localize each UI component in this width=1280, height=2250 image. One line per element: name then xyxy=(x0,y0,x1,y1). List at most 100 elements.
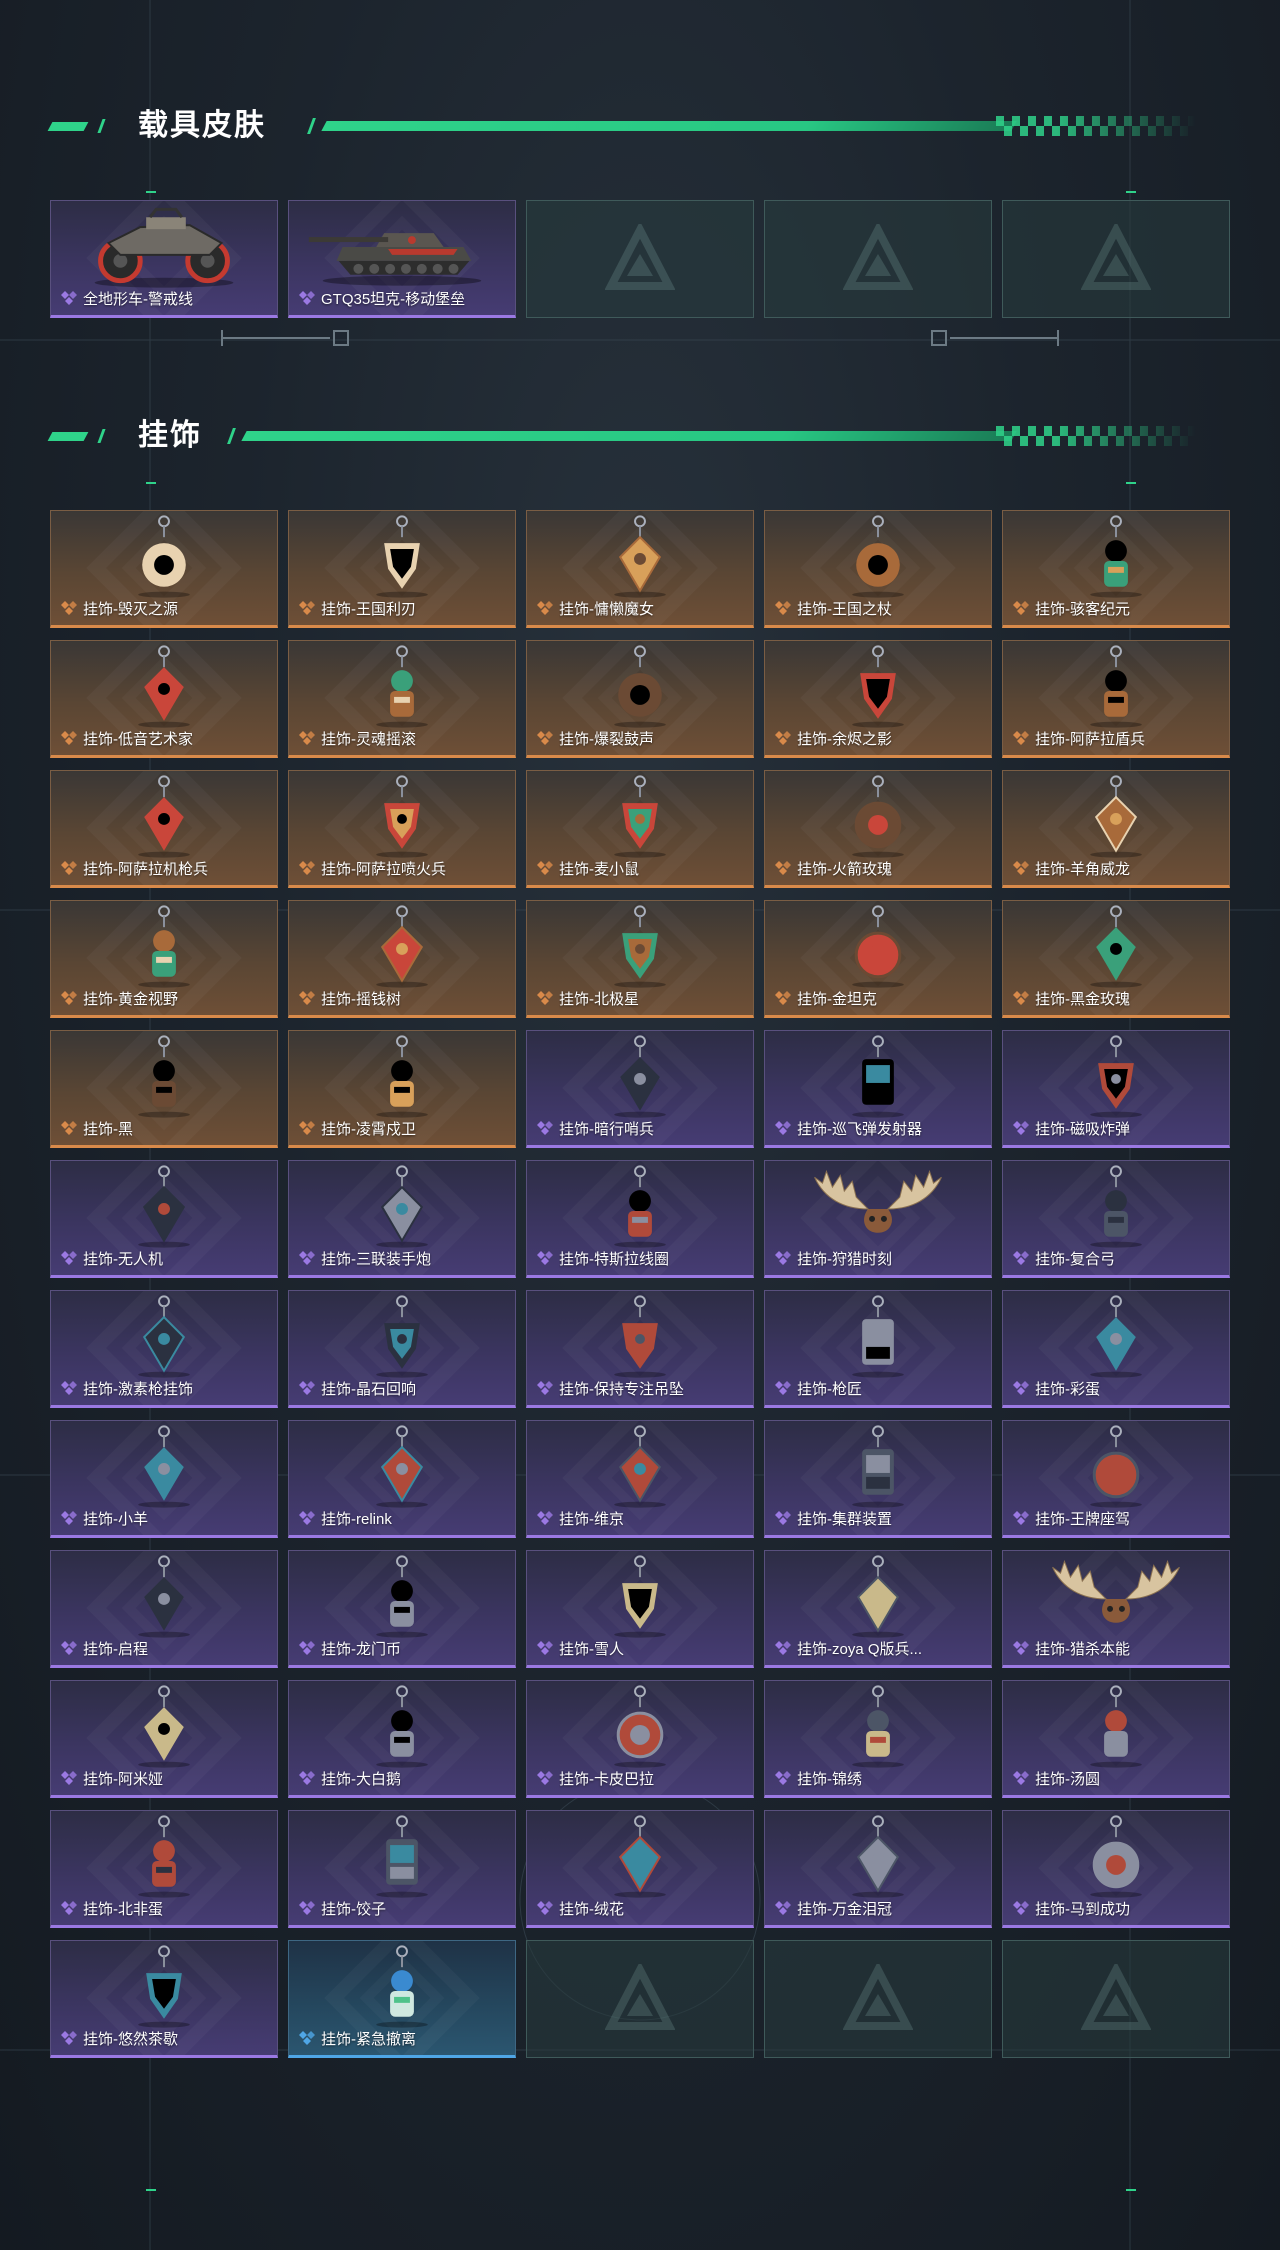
charm-card[interactable]: 挂饰-爆裂鼓声 xyxy=(526,640,754,758)
empty-slot xyxy=(526,200,754,318)
charm-card[interactable]: 挂饰-慵懒魔女 xyxy=(526,510,754,628)
tank-icon xyxy=(308,233,482,286)
charm-card[interactable]: 挂饰-彩蛋 xyxy=(1002,1290,1230,1408)
rarity-diamond-icon xyxy=(775,1771,791,1785)
charm-card[interactable]: 挂饰-维京 xyxy=(526,1420,754,1538)
charm-card[interactable]: 挂饰-低音艺术家 xyxy=(50,640,278,758)
charm-card[interactable]: 挂饰-三联装手炮 xyxy=(288,1160,516,1278)
empty-slot xyxy=(764,200,992,318)
item-name: 挂饰-骇客纪元 xyxy=(1035,601,1130,618)
section-header-charms: 挂饰 xyxy=(47,416,1208,456)
charm-card[interactable]: 挂饰-饺子 xyxy=(288,1810,516,1928)
charm-card[interactable]: 挂饰-王牌座驾 xyxy=(1002,1420,1230,1538)
item-name: 挂饰-龙门币 xyxy=(321,1641,401,1658)
charm-card[interactable]: 挂饰-北非蛋 xyxy=(50,1810,278,1928)
charm-card[interactable]: 挂饰-激素枪挂饰 xyxy=(50,1290,278,1408)
charm-card[interactable]: 挂饰-保持专注吊坠 xyxy=(526,1290,754,1408)
easter-egg-charm-icon xyxy=(1090,1295,1142,1378)
rarity-diamond-icon xyxy=(775,991,791,1005)
goose-charm-icon xyxy=(376,1685,428,1768)
charm-card[interactable]: 挂饰-汤圆 xyxy=(1002,1680,1230,1798)
charm-card[interactable]: 挂饰-卡皮巴拉 xyxy=(526,1680,754,1798)
charm-card[interactable]: 挂饰-特斯拉线圈 xyxy=(526,1160,754,1278)
charm-card[interactable]: 挂饰-王国之杖 xyxy=(764,510,992,628)
charm-card[interactable]: 挂饰-骇客纪元 xyxy=(1002,510,1230,628)
game-logo-placeholder-icon xyxy=(1081,1964,1151,2030)
charm-card[interactable]: 挂饰-磁吸炸弹 xyxy=(1002,1030,1230,1148)
rarity-diamond-icon xyxy=(537,1381,553,1395)
charm-card[interactable]: 挂饰-大白鹅 xyxy=(288,1680,516,1798)
hacker-charm-icon xyxy=(1090,515,1142,598)
charm-card[interactable]: 挂饰-zoya Q版兵... xyxy=(764,1550,992,1668)
charm-card[interactable]: 挂饰-猎杀本能 xyxy=(1002,1550,1230,1668)
item-name: 挂饰-zoya Q版兵... xyxy=(797,1641,923,1658)
charm-card[interactable]: 挂饰-麦小鼠 xyxy=(526,770,754,888)
rarity-diamond-icon xyxy=(537,1771,553,1785)
charm-card[interactable]: 挂饰-王国利刃 xyxy=(288,510,516,628)
charm-card[interactable]: 挂饰-启程 xyxy=(50,1550,278,1668)
antlers-charm-icon xyxy=(814,1169,942,1233)
item-name: 挂饰-黄金视野 xyxy=(83,991,178,1008)
knight-charm-icon xyxy=(376,515,428,598)
charm-card[interactable]: 挂饰-阿萨拉盾兵 xyxy=(1002,640,1230,758)
charm-card[interactable]: 挂饰-枪匠 xyxy=(764,1290,992,1408)
item-name: 挂饰-锦绣 xyxy=(797,1771,862,1788)
item-name: 挂饰-巡飞弹发射器 xyxy=(797,1121,922,1138)
crystal-charm-icon xyxy=(376,1295,428,1378)
charm-card[interactable]: 挂饰-摇钱树 xyxy=(288,900,516,1018)
charm-card[interactable]: 挂饰-龙门币 xyxy=(288,1550,516,1668)
item-name: GTQ35坦克-移动堡垒 xyxy=(321,291,466,308)
charm-card[interactable]: 挂饰-狩猎时刻 xyxy=(764,1160,992,1278)
charm-card[interactable]: 挂饰-无人机 xyxy=(50,1160,278,1278)
charm-card[interactable]: 挂饰-火箭玫瑰 xyxy=(764,770,992,888)
charm-card[interactable]: 挂饰-余烬之影 xyxy=(764,640,992,758)
charm-card[interactable]: 挂饰-暗行哨兵 xyxy=(526,1030,754,1148)
item-name: 挂饰-马到成功 xyxy=(1035,1901,1130,1918)
charm-card[interactable]: 挂饰-黄金视野 xyxy=(50,900,278,1018)
hand-cannon-charm-icon xyxy=(376,1165,428,1248)
charm-card[interactable]: 挂饰-集群装置 xyxy=(764,1420,992,1538)
charm-card[interactable]: 挂饰-阿萨拉喷火兵 xyxy=(288,770,516,888)
charm-card[interactable]: 挂饰-北极星 xyxy=(526,900,754,1018)
item-name: 挂饰-特斯拉线圈 xyxy=(559,1251,669,1268)
charm-card[interactable]: 挂饰-晶石回响 xyxy=(288,1290,516,1408)
rarity-diamond-icon xyxy=(61,1121,77,1135)
charm-card[interactable]: 挂饰-灵魂摇滚 xyxy=(288,640,516,758)
charm-card[interactable]: 挂饰-relink xyxy=(288,1420,516,1538)
charm-card[interactable]: 挂饰-阿米娅 xyxy=(50,1680,278,1798)
vehicle-skins-grid: 全地形车-警戒线 GTQ35坦克-移动堡垒 xyxy=(50,200,1230,318)
snowman-charm-icon xyxy=(614,1555,666,1638)
charm-card[interactable]: 挂饰-万金泪冠 xyxy=(764,1810,992,1928)
charm-card[interactable]: 挂饰-阿萨拉机枪兵 xyxy=(50,770,278,888)
gunner-charm-icon xyxy=(138,775,190,858)
empty-slot xyxy=(764,1940,992,2058)
game-logo-placeholder-icon xyxy=(843,224,913,290)
rarity-diamond-icon xyxy=(61,731,77,745)
vehicle-skin-card[interactable]: GTQ35坦克-移动堡垒 xyxy=(288,200,516,318)
charm-card[interactable]: 挂饰-悠然茶歇 xyxy=(50,1940,278,2058)
charm-card[interactable]: 挂饰-凌霄戍卫 xyxy=(288,1030,516,1148)
charm-card[interactable]: 挂饰-紧急撤离 xyxy=(288,1940,516,2058)
charm-card[interactable]: 挂饰-巡飞弹发射器 xyxy=(764,1030,992,1148)
rarity-diamond-icon xyxy=(537,731,553,745)
vehicle-skin-card[interactable]: 全地形车-警戒线 xyxy=(50,200,278,318)
item-name: 挂饰-暗行哨兵 xyxy=(559,1121,654,1138)
money-tree-charm-icon xyxy=(376,905,428,988)
item-name: 全地形车-警戒线 xyxy=(83,291,193,308)
item-name: 挂饰-阿萨拉喷火兵 xyxy=(321,861,446,878)
charm-card[interactable]: 挂饰-绒花 xyxy=(526,1810,754,1928)
charm-card[interactable]: 挂饰-雪人 xyxy=(526,1550,754,1668)
charm-card[interactable]: 挂饰-小羊 xyxy=(50,1420,278,1538)
drone-charm-icon xyxy=(138,1165,190,1248)
black-gold-rose-charm-icon xyxy=(1090,905,1142,988)
charm-card[interactable]: 挂饰-毁灭之源 xyxy=(50,510,278,628)
charm-card[interactable]: 挂饰-黑 xyxy=(50,1030,278,1148)
charm-card[interactable]: 挂饰-金坦克 xyxy=(764,900,992,1018)
atv-icon xyxy=(94,207,234,288)
guardian-charm-icon xyxy=(376,1035,428,1118)
charm-card[interactable]: 挂饰-锦绣 xyxy=(764,1680,992,1798)
charm-card[interactable]: 挂饰-黑金玫瑰 xyxy=(1002,900,1230,1018)
charm-card[interactable]: 挂饰-复合弓 xyxy=(1002,1160,1230,1278)
charm-card[interactable]: 挂饰-羊角威龙 xyxy=(1002,770,1230,888)
charm-card[interactable]: 挂饰-马到成功 xyxy=(1002,1810,1230,1928)
